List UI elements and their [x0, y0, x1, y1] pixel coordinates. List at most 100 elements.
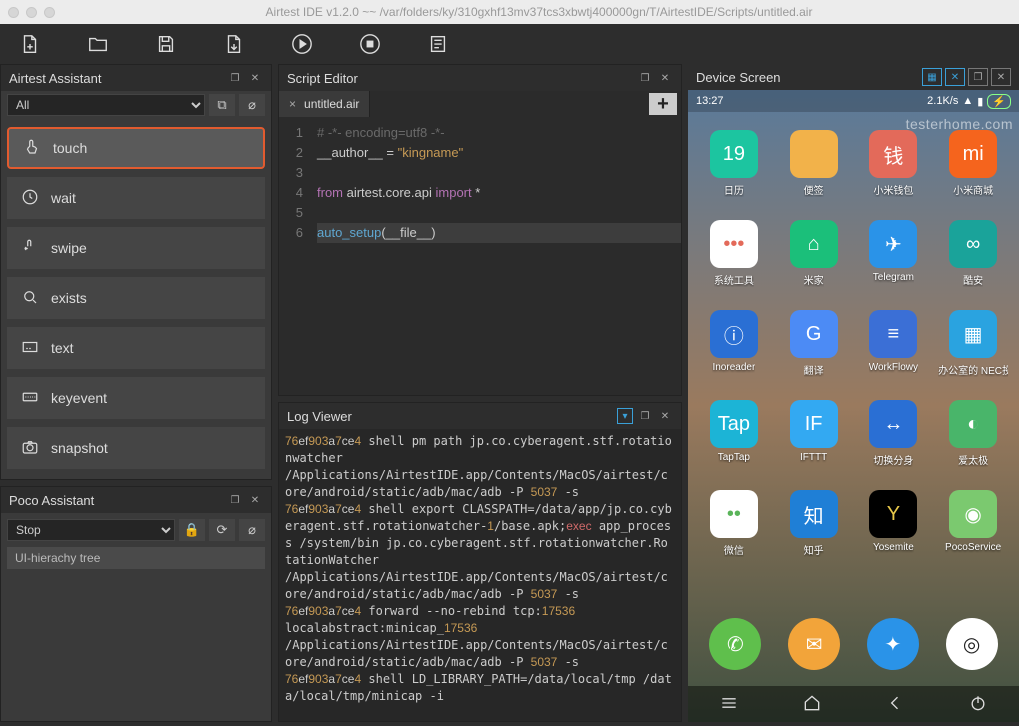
poco-mode-select[interactable]: Stop	[7, 519, 175, 541]
log-output[interactable]: 76ef903a7ce4 shell pm path jp.co.cyberag…	[279, 429, 681, 721]
poco-settings-icon[interactable]: ⌀	[239, 519, 265, 541]
app-TapTap[interactable]: TapTapTap	[694, 400, 774, 490]
new-file-icon[interactable]	[16, 33, 44, 55]
nav-power-icon[interactable]	[968, 693, 988, 716]
cmd-text[interactable]: text	[7, 327, 265, 369]
app-label: 米家	[804, 272, 824, 287]
log-filter-icon[interactable]: ▾	[617, 408, 633, 424]
dock-app[interactable]: ◎	[946, 618, 998, 670]
panel-title: Script Editor	[287, 71, 358, 86]
cmd-touch[interactable]: touch	[7, 127, 265, 169]
cmd-label: text	[51, 340, 74, 356]
panel-float-icon[interactable]: ❐	[968, 68, 988, 86]
panel-float-icon[interactable]: ❐	[227, 492, 243, 508]
app-WorkFlowy[interactable]: ≡WorkFlowy	[854, 310, 934, 400]
panel-close-icon[interactable]: ✕	[657, 70, 673, 86]
device-screen[interactable]: 13:27 2.1K/s ▲ ▮ ⚡ testerhome.com 19日历便签…	[688, 90, 1019, 722]
text-icon	[21, 338, 39, 359]
panel-title: Airtest Assistant	[9, 71, 101, 86]
assistant-camera-icon[interactable]: ⌀	[239, 94, 265, 116]
cmd-snapshot[interactable]: snapshot	[7, 427, 265, 469]
cmd-swipe[interactable]: swipe	[7, 227, 265, 269]
app-PocoService[interactable]: ◉PocoService	[933, 490, 1013, 580]
device-screen-panel-head: Device Screen ▦ ✕ ❐ ✕	[688, 64, 1019, 90]
app-办公室的 NEC投影仪[interactable]: ▦办公室的 NEC投影仪	[933, 310, 1013, 400]
cmd-label: snapshot	[51, 440, 108, 456]
app-Telegram[interactable]: ✈Telegram	[854, 220, 934, 310]
traffic-lights[interactable]	[8, 7, 55, 18]
app-icon: IF	[790, 400, 838, 448]
app-icon: •••	[710, 220, 758, 268]
app-系统工具[interactable]: •••系统工具	[694, 220, 774, 310]
app-酷安[interactable]: ∞酷安	[933, 220, 1013, 310]
dock-app[interactable]: ✉	[788, 618, 840, 670]
app-微信[interactable]: ••微信	[694, 490, 774, 580]
panel-float-icon[interactable]: ❐	[637, 408, 653, 424]
tab-close-icon[interactable]: ×	[289, 97, 296, 111]
panel-close-icon[interactable]: ✕	[247, 70, 263, 86]
assistant-filter-select[interactable]: All	[7, 94, 205, 116]
app-label: WorkFlowy	[869, 362, 918, 373]
export-icon[interactable]	[220, 33, 248, 55]
cmd-label: exists	[51, 290, 87, 306]
app-label: 小米钱包	[873, 182, 913, 197]
run-icon[interactable]	[288, 33, 316, 55]
poco-lock-icon[interactable]: 🔒	[179, 519, 205, 541]
poco-refresh-icon[interactable]: ⟳	[209, 519, 235, 541]
ui-hierarchy-tree[interactable]: UI-hierachy tree	[7, 547, 265, 569]
minimize-window-icon[interactable]	[26, 7, 37, 18]
device-tools-icon[interactable]: ✕	[945, 68, 965, 86]
app-日历[interactable]: 19日历	[694, 130, 774, 220]
close-window-icon[interactable]	[8, 7, 19, 18]
panel-title: Device Screen	[696, 70, 781, 85]
panel-float-icon[interactable]: ❐	[637, 70, 653, 86]
app-知乎[interactable]: 知知乎	[774, 490, 854, 580]
app-Inoreader[interactable]: ⓘInoreader	[694, 310, 774, 400]
save-icon[interactable]	[152, 33, 180, 55]
app-label: 翻译	[804, 362, 824, 377]
panel-close-icon[interactable]: ✕	[991, 68, 1011, 86]
app-label: 知乎	[804, 542, 824, 557]
app-米家[interactable]: ⌂米家	[774, 220, 854, 310]
app-label: IFTTT	[800, 452, 827, 463]
app-label: 爱太极	[958, 452, 988, 467]
dock-app[interactable]: ✦	[867, 618, 919, 670]
dock-app[interactable]: ✆	[709, 618, 761, 670]
app-小米钱包[interactable]: 钱小米钱包	[854, 130, 934, 220]
app-label: 日历	[724, 182, 744, 197]
assistant-record-icon[interactable]: ⧉	[209, 94, 235, 116]
tab-add-icon[interactable]: +	[649, 93, 677, 115]
app-label: Inoreader	[712, 362, 755, 373]
main-toolbar	[0, 24, 1019, 64]
app-IFTTT[interactable]: IF IFTTT	[774, 400, 854, 490]
app-小米商城[interactable]: mi小米商城	[933, 130, 1013, 220]
panel-close-icon[interactable]: ✕	[657, 408, 673, 424]
zoom-window-icon[interactable]	[44, 7, 55, 18]
nav-menu-icon[interactable]	[719, 693, 739, 716]
cmd-keyevent[interactable]: keyevent	[7, 377, 265, 419]
log-viewer-panel: Log Viewer ▾ ❐ ✕ 76ef903a7ce4 shell pm p…	[278, 402, 682, 722]
panel-float-icon[interactable]: ❐	[227, 70, 243, 86]
window-title: Airtest IDE v1.2.0 ~~ /var/folders/ky/31…	[67, 5, 1011, 19]
cmd-exists[interactable]: exists	[7, 277, 265, 319]
app-爱太极[interactable]: ◐爱太极	[933, 400, 1013, 490]
nav-back-icon[interactable]	[885, 693, 905, 716]
app-icon: mi	[949, 130, 997, 178]
code-editor[interactable]: 1 2 3 4 5 6 # -*- encoding=utf8 -*- __au…	[279, 117, 681, 395]
app-翻译[interactable]: G翻译	[774, 310, 854, 400]
cmd-wait[interactable]: wait	[7, 177, 265, 219]
device-aspect-icon[interactable]: ▦	[922, 68, 942, 86]
device-navbar	[688, 686, 1019, 722]
report-icon[interactable]	[424, 33, 452, 55]
app-icon: ∞	[949, 220, 997, 268]
stop-run-icon[interactable]	[356, 33, 384, 55]
app-切换分身[interactable]: ↔切换分身	[854, 400, 934, 490]
editor-tab-untitled[interactable]: × untitled.air	[279, 91, 370, 117]
app-Yosemite[interactable]: YYosemite	[854, 490, 934, 580]
app-icon: 知	[790, 490, 838, 538]
panel-close-icon[interactable]: ✕	[247, 492, 263, 508]
nav-home-icon[interactable]	[802, 693, 822, 716]
cmd-label: keyevent	[51, 390, 107, 406]
app-便签[interactable]: 便签	[774, 130, 854, 220]
open-folder-icon[interactable]	[84, 33, 112, 55]
